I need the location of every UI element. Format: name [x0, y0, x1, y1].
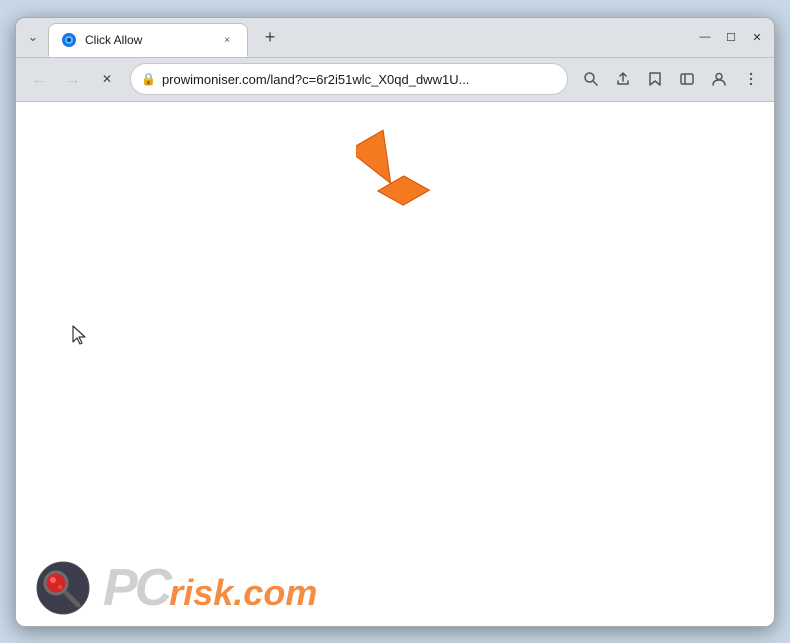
window-controls: — ☐ ✕	[696, 28, 766, 46]
address-text: prowimoniser.com/land?c=6r2i51wlc_X0qd_d…	[162, 72, 557, 87]
reload-button[interactable]: ✕	[92, 64, 122, 94]
watermark-pc: PC	[103, 562, 169, 614]
toolbar: ← → ✕ 🔒 prowimoniser.com/land?c=6r2i51wl…	[16, 58, 774, 102]
active-tab[interactable]: Click Allow ×	[48, 23, 248, 57]
pcrisk-logo	[36, 561, 91, 616]
close-button[interactable]: ✕	[748, 28, 766, 46]
bookmark-icon	[647, 71, 663, 87]
arrow-indicator	[356, 117, 441, 212]
browser-window: ⌄ Click Allow × + — ☐ ✕ ← → ✕ 🔒 prowimon…	[15, 17, 775, 627]
tab-favicon	[61, 32, 77, 48]
search-icon	[583, 71, 599, 87]
share-icon	[615, 71, 631, 87]
new-tab-button[interactable]: +	[256, 23, 284, 51]
orange-arrow-svg	[356, 117, 441, 207]
toolbar-icons	[576, 64, 766, 94]
back-button[interactable]: ←	[24, 64, 54, 94]
tab-title: Click Allow	[85, 33, 211, 47]
tab-dropdown-icon[interactable]: ⌄	[24, 28, 42, 46]
menu-icon	[743, 71, 759, 87]
forward-button[interactable]: →	[58, 64, 88, 94]
watermark: PC risk.com	[36, 561, 317, 616]
tab-close-button[interactable]: ×	[219, 32, 235, 48]
maximize-button[interactable]: ☐	[722, 28, 740, 46]
menu-button[interactable]	[736, 64, 766, 94]
bookmark-button[interactable]	[640, 64, 670, 94]
sidebar-icon	[679, 71, 695, 87]
watermark-text: PC risk.com	[103, 562, 317, 614]
lock-icon: 🔒	[141, 72, 156, 86]
cursor-icon	[71, 324, 89, 346]
profile-icon	[711, 71, 727, 87]
mouse-cursor	[71, 324, 89, 351]
minimize-button[interactable]: —	[696, 28, 714, 46]
title-bar: ⌄ Click Allow × + — ☐ ✕	[16, 18, 774, 58]
sidebar-button[interactable]	[672, 64, 702, 94]
page-content: PC risk.com	[16, 102, 774, 626]
address-bar[interactable]: 🔒 prowimoniser.com/land?c=6r2i51wlc_X0qd…	[130, 63, 568, 95]
share-button[interactable]	[608, 64, 638, 94]
search-button[interactable]	[576, 64, 606, 94]
profile-button[interactable]	[704, 64, 734, 94]
watermark-risk: risk.com	[169, 575, 317, 611]
